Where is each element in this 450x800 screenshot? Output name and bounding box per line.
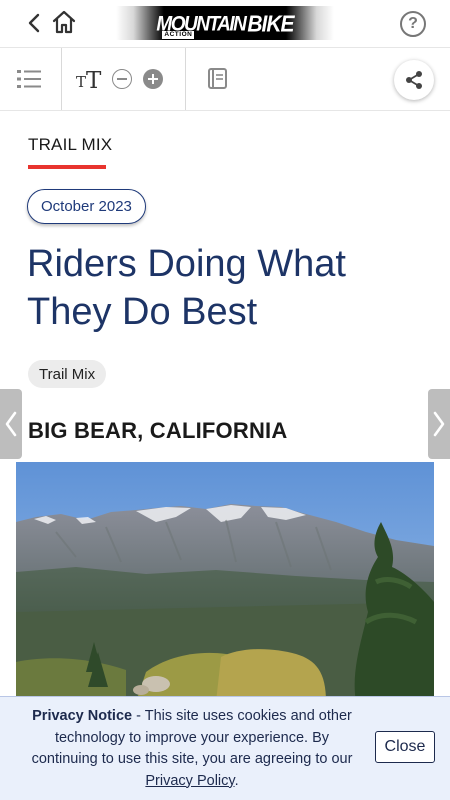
chevron-right-icon xyxy=(433,411,445,437)
table-of-contents-button[interactable] xyxy=(16,67,42,91)
help-button[interactable]: ? xyxy=(400,11,426,37)
section-underline xyxy=(28,165,106,169)
help-icon: ? xyxy=(408,15,418,32)
home-button[interactable] xyxy=(50,8,78,36)
home-icon xyxy=(52,10,76,34)
privacy-notice-heading: Privacy Notice xyxy=(32,708,133,724)
back-button[interactable] xyxy=(22,10,46,36)
category-tag[interactable]: Trail Mix xyxy=(28,360,107,388)
close-privacy-button[interactable]: Close xyxy=(375,731,435,763)
top-bar: MOUNTAIN BIKE ACTION ? xyxy=(0,0,450,48)
mountain-landscape-photo xyxy=(16,462,434,702)
previous-article-button[interactable] xyxy=(0,389,22,459)
toolbar-divider xyxy=(185,48,186,110)
chevron-left-icon xyxy=(5,411,17,437)
share-button[interactable] xyxy=(394,60,434,100)
article-location-heading: BIG BEAR, CALIFORNIA xyxy=(28,418,288,443)
share-icon xyxy=(406,71,422,89)
section-label: TRAIL MIX xyxy=(28,135,113,154)
privacy-policy-link[interactable]: Privacy Policy xyxy=(145,773,234,789)
chevron-left-icon xyxy=(28,13,40,33)
mountain-bike-action-logo[interactable]: MOUNTAIN BIKE ACTION xyxy=(116,6,334,40)
increase-text-size-button[interactable] xyxy=(143,69,163,89)
decrease-text-size-button[interactable] xyxy=(112,69,132,89)
list-icon xyxy=(17,70,41,88)
text-size-icon: TT xyxy=(76,68,102,94)
next-article-button[interactable] xyxy=(428,389,450,459)
article-title: Riders Doing What They Do Best xyxy=(27,243,346,333)
issue-date-button[interactable]: October 2023 xyxy=(27,189,146,224)
logo-action-text: ACTION xyxy=(162,31,195,39)
privacy-notice-text: Privacy Notice - This site uses cookies … xyxy=(31,708,353,789)
reader-toolbar: TT xyxy=(0,48,450,111)
toolbar-divider xyxy=(61,48,62,110)
logo-bike-text: BIKE xyxy=(247,11,294,38)
issue-view-button[interactable] xyxy=(207,67,229,91)
book-icon xyxy=(208,68,227,89)
article-page: MOUNTAIN BIKE ACTION ? TT TRAIL MIX Octo… xyxy=(0,0,450,800)
